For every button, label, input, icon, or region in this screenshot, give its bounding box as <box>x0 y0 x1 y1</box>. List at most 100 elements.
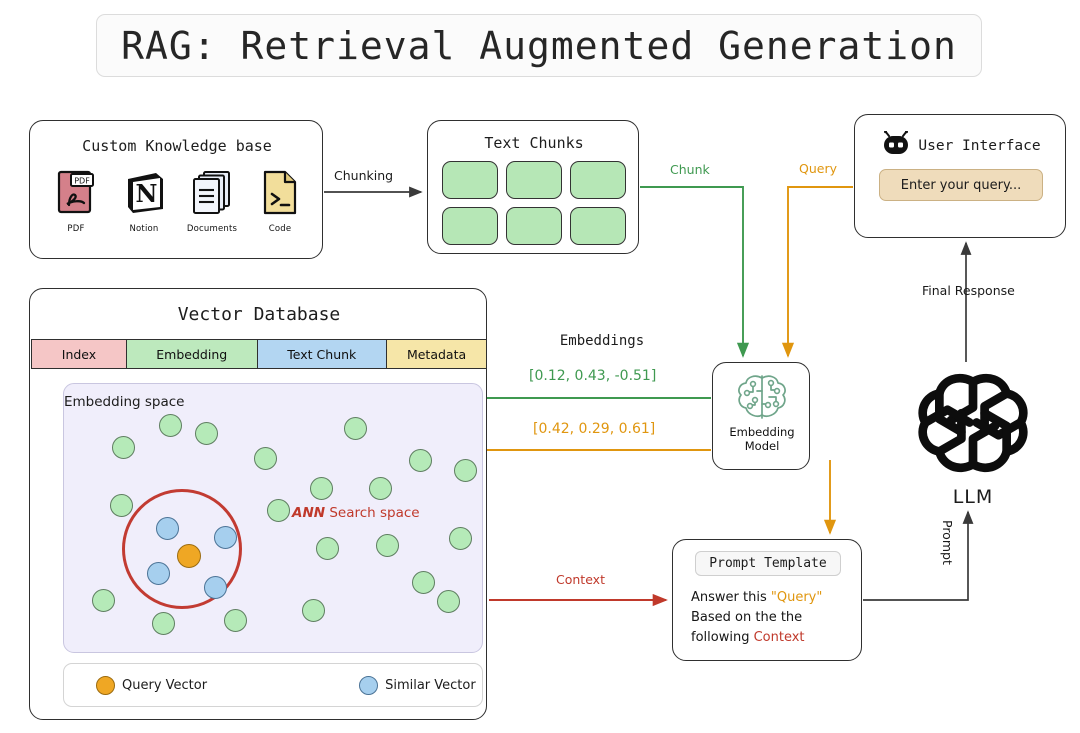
llm-label: LLM <box>952 486 994 508</box>
embedding-space-title: Embedding space <box>64 394 185 410</box>
knowledge-source-pdf[interactable]: PDF PDF <box>45 165 107 234</box>
knowledge-source-notion[interactable]: N Notion <box>113 165 175 234</box>
embedding-dot <box>316 537 339 560</box>
edge-label-chunking: Chunking <box>334 168 394 183</box>
embedding-dot <box>412 571 435 594</box>
embedding-space-panel: Embedding space <box>63 383 483 653</box>
prompt-template-body: Answer this "Query" Based on the the fol… <box>691 588 861 648</box>
embedding-dot <box>437 590 460 613</box>
text-chunk[interactable] <box>506 207 562 245</box>
prompt-line1-pre: Answer this <box>691 590 771 605</box>
embedding-dot <box>254 447 277 470</box>
embedding-model-label: Embedding Model <box>713 425 811 453</box>
query-input[interactable]: Enter your query... <box>879 169 1043 201</box>
knowledge-source-label: Code <box>268 224 292 234</box>
edge-label-query: Query <box>799 161 837 176</box>
svg-text:N: N <box>136 179 158 208</box>
legend-item-query-vector: Query Vector <box>96 675 208 695</box>
similar-vector-dot <box>204 576 227 599</box>
embedding-dot <box>92 589 115 612</box>
embedding-dot <box>152 612 175 635</box>
user-interface-header: User Interface <box>855 130 1067 161</box>
legend-label: Query Vector <box>122 677 208 693</box>
query-vector-dot <box>177 544 201 568</box>
text-chunk[interactable] <box>442 207 498 245</box>
embedding-dot <box>110 494 133 517</box>
openai-knot-icon <box>898 368 1048 484</box>
embedding-model-box: Embedding Model <box>712 362 810 470</box>
embedding-model-line2: Model <box>744 439 780 453</box>
text-chunk[interactable] <box>442 161 498 199</box>
edge-label-context: Context <box>556 572 605 587</box>
vector-database-box: Vector Database Index Embedding Text Chu… <box>29 288 487 720</box>
prompt-context-token: Context <box>753 630 805 645</box>
similar-vector-dot <box>156 517 179 540</box>
text-chunk[interactable] <box>570 207 626 245</box>
custom-knowledge-base-box: Custom Knowledge base PDF PDF N Notion D… <box>29 120 323 259</box>
notion-icon: N <box>113 165 175 221</box>
diagram-canvas: RAG: Retrieval Augmented Generation Cust… <box>0 0 1080 733</box>
prompt-line-1: Answer this "Query" <box>691 588 861 608</box>
pdf-icon: PDF <box>45 165 107 221</box>
prompt-query-token: "Query" <box>770 590 823 605</box>
chunk-embedding-vector: [0.12, 0.43, -0.51] <box>529 368 657 384</box>
ann-acronym: ANN <box>292 505 326 521</box>
embedding-dot <box>112 436 135 459</box>
embedding-dot <box>409 449 432 472</box>
vdb-column-text-chunk[interactable]: Text Chunk <box>257 339 388 369</box>
embedding-dot <box>302 599 325 622</box>
page-title-banner: RAG: Retrieval Augmented Generation <box>96 14 982 77</box>
embedding-space-legend: Query Vector Similar Vector <box>63 663 483 707</box>
knowledge-source-label: PDF <box>67 224 85 234</box>
user-interface-title: User Interface <box>918 138 1041 154</box>
prompt-template-chip: Prompt Template <box>695 551 841 576</box>
embedding-dot <box>267 499 290 522</box>
embedding-dot <box>344 417 367 440</box>
edge-label-chunk: Chunk <box>670 162 710 177</box>
embedding-dot <box>310 477 333 500</box>
embedding-dot <box>376 534 399 557</box>
user-interface-box: User Interface Enter your query... <box>854 114 1066 238</box>
page-title: RAG: Retrieval Augmented Generation <box>121 23 957 68</box>
vdb-column-embedding[interactable]: Embedding <box>126 339 258 369</box>
embedding-dot <box>454 459 477 482</box>
embedding-dot <box>195 422 218 445</box>
similar-vector-swatch <box>359 675 379 695</box>
code-icon <box>249 165 311 221</box>
vdb-column-index[interactable]: Index <box>31 339 127 369</box>
prompt-line-3: following Context <box>691 628 861 648</box>
knowledge-source-code[interactable]: Code <box>249 165 311 234</box>
vdb-column-metadata[interactable]: Metadata <box>387 339 487 369</box>
ann-rest: Search space <box>325 505 420 521</box>
embedding-dot <box>369 477 392 500</box>
embedding-model-line1: Embedding <box>729 425 795 439</box>
embedding-dot <box>224 609 247 632</box>
vector-database-columns: Index Embedding Text Chunk Metadata <box>31 339 487 369</box>
legend-item-similar-vector: Similar Vector <box>359 675 476 695</box>
embedding-dot <box>449 527 472 550</box>
text-chunks-title: Text Chunks <box>484 134 584 152</box>
chatbot-icon <box>881 130 911 161</box>
prompt-template-chip-label: Prompt Template <box>709 556 827 571</box>
circuit-brain-icon <box>713 371 811 423</box>
knowledge-source-label: Notion <box>129 224 159 234</box>
vector-database-title: Vector Database <box>177 304 341 325</box>
knowledge-source-documents[interactable]: Documents <box>181 165 243 234</box>
text-chunk[interactable] <box>506 161 562 199</box>
prompt-line3-pre: following <box>691 630 754 645</box>
knowledge-source-label: Documents <box>186 224 238 234</box>
edge-label-prompt: Prompt <box>940 520 955 565</box>
svg-text:PDF: PDF <box>74 177 90 186</box>
text-chunk[interactable] <box>570 161 626 199</box>
knowledge-source-list: PDF PDF N Notion Documents Code <box>42 165 314 234</box>
prompt-line-2: Based on the the <box>691 610 803 625</box>
legend-label: Similar Vector <box>385 677 476 693</box>
query-embedding-vector: [0.42, 0.29, 0.61] <box>533 421 656 437</box>
ann-search-space-label: ANN Search space <box>292 505 420 521</box>
text-chunks-box: Text Chunks <box>427 120 639 254</box>
embedding-dot <box>159 414 182 437</box>
similar-vector-dot <box>214 526 237 549</box>
embeddings-heading: Embeddings <box>559 333 645 349</box>
edge-label-final-response: Final Response <box>922 283 1015 298</box>
text-chunks-grid <box>442 161 626 245</box>
